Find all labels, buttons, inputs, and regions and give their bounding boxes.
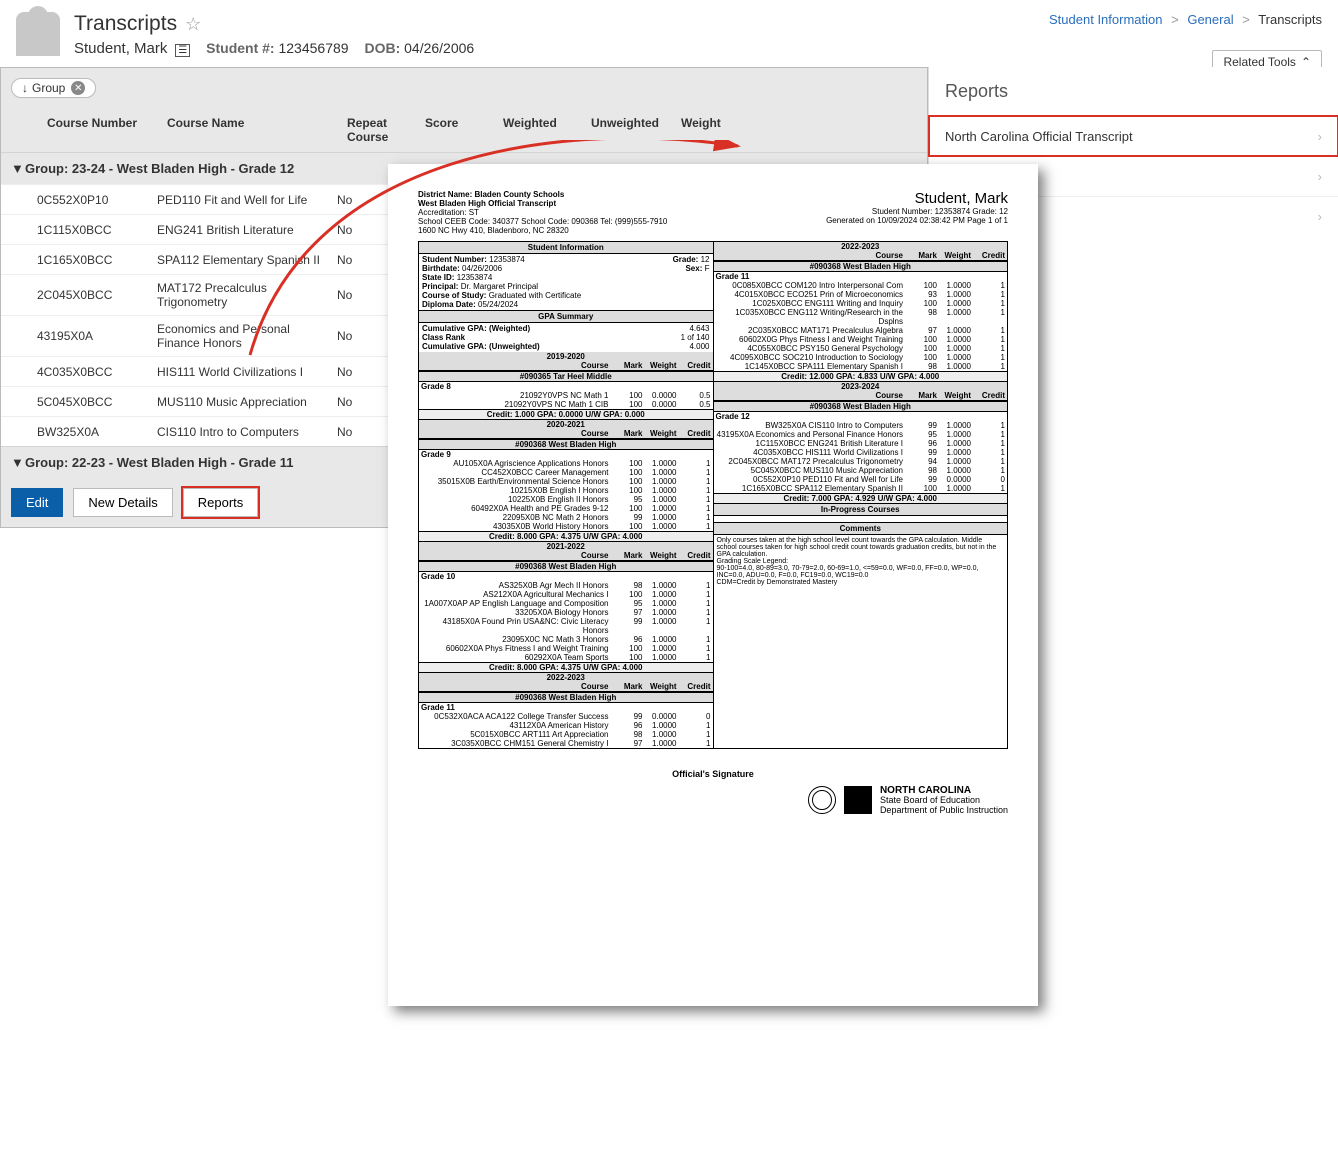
report-item-label: North Carolina Official Transcript [945, 129, 1133, 144]
new-details-button[interactable]: New Details [73, 488, 172, 517]
col-repeat[interactable]: Repeat Course [339, 116, 417, 144]
chevron-right-icon: › [1318, 209, 1322, 224]
student-num: 123456789 [278, 40, 348, 56]
star-icon[interactable]: ☆ [185, 14, 201, 35]
avatar [16, 12, 60, 56]
transcript-preview: District Name: Bladen County Schools Wes… [388, 164, 1038, 1006]
reports-title: Reports [929, 67, 1338, 116]
dob-value: 04/26/2006 [404, 40, 474, 56]
chevron-right-icon: › [1318, 169, 1322, 184]
col-course-number[interactable]: Course Number [39, 116, 159, 144]
chevron-down-icon: ▼ [11, 161, 21, 176]
group-pill[interactable]: ↓ Group ✕ [11, 78, 96, 98]
close-icon[interactable]: ✕ [71, 81, 85, 95]
chevron-right-icon: › [1318, 129, 1322, 144]
seal-icon [808, 786, 836, 814]
breadcrumb: Student Information > General > Transcri… [1049, 12, 1322, 27]
col-course-name[interactable]: Course Name [159, 116, 339, 144]
col-weight[interactable]: Weight [673, 116, 733, 144]
student-name: Student, Mark [74, 40, 167, 57]
student-num-label: Student #: [206, 40, 274, 56]
col-weighted[interactable]: Weighted [495, 116, 583, 144]
student-subtitle: Student, Mark ☰ Student #: 123456789 DOB… [74, 40, 1322, 57]
group-pill-label: Group [32, 81, 65, 95]
breadcrumb-general[interactable]: General [1187, 12, 1233, 27]
edit-button[interactable]: Edit [11, 488, 63, 517]
col-score[interactable]: Score [417, 116, 495, 144]
id-card-icon[interactable]: ☰ [175, 44, 190, 57]
breadcrumb-student-info[interactable]: Student Information [1049, 12, 1162, 27]
chevron-down-icon: ▼ [11, 455, 21, 470]
dob-label: DOB: [364, 40, 400, 56]
nc-logo-icon [844, 786, 872, 814]
col-unweighted[interactable]: Unweighted [583, 116, 673, 144]
sort-icon: ↓ [22, 81, 28, 95]
grid-header: Course Number Course Name Repeat Course … [1, 98, 927, 152]
breadcrumb-current: Transcripts [1258, 12, 1322, 27]
reports-button[interactable]: Reports [183, 488, 259, 517]
report-item-nc-transcript[interactable]: North Carolina Official Transcript › [929, 116, 1338, 156]
page-header: Transcripts ☆ Student, Mark ☰ Student #:… [0, 0, 1338, 67]
page-title: Transcripts [74, 12, 177, 36]
